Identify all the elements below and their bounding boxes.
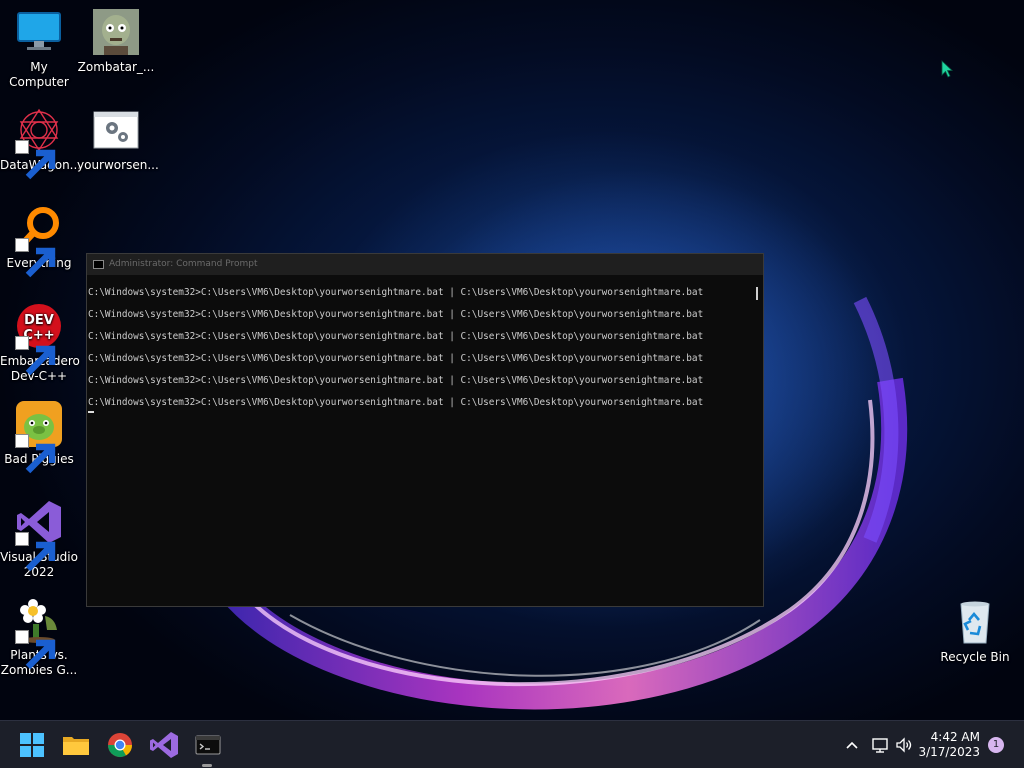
console-line: C:\Windows\system32>C:\Users\VM6\Desktop… <box>88 397 704 408</box>
volume-icon[interactable] <box>894 735 914 755</box>
taskbar-terminal[interactable] <box>191 728 225 762</box>
console-line: C:\Windows\system32>C:\Users\VM6\Desktop… <box>88 375 704 386</box>
monitor-icon <box>15 8 63 56</box>
svg-text:DEV: DEV <box>24 313 54 328</box>
text-cursor <box>88 411 94 413</box>
desktop-icon-yourworsenightmare[interactable]: yourworsen... <box>77 106 159 173</box>
console-line: C:\Windows\system32>C:\Users\VM6\Desktop… <box>88 309 704 320</box>
batch-file-icon <box>92 106 140 154</box>
recycle-bin-icon <box>951 598 999 646</box>
desktop-icon-recycle-bin[interactable]: Recycle Bin <box>936 598 1014 665</box>
desktop-icon-plants-vs-zombies[interactable]: Plants vs. Zombies G... <box>0 596 78 678</box>
taskbar-file-explorer[interactable] <box>59 728 93 762</box>
clock-time: 4:42 AM <box>930 730 980 744</box>
zombie-image-icon <box>92 8 140 56</box>
shortcut-arrow-icon <box>15 532 56 572</box>
shortcut-arrow-icon <box>15 434 56 474</box>
datawagon-icon <box>15 106 63 180</box>
visual-studio-icon <box>150 732 178 758</box>
window-titlebar[interactable]: Administrator: Command Prompt <box>87 254 763 275</box>
desktop-icon-label: Recycle Bin <box>940 650 1010 664</box>
taskbar-visual-studio[interactable] <box>147 728 181 762</box>
devcpp-icon: DEV C++ <box>15 302 63 376</box>
shortcut-arrow-icon <box>15 238 56 278</box>
scrollbar-thumb[interactable] <box>756 287 758 300</box>
console-output[interactable]: C:\Windows\system32>C:\Users\VM6\Desktop… <box>88 286 753 413</box>
desktop-icon-my-computer[interactable]: My Computer <box>0 8 78 90</box>
chrome-icon <box>108 733 132 758</box>
desktop-icon-datawagon[interactable]: DataWagon... <box>0 106 81 180</box>
console-line: C:\Windows\system32>C:\Users\VM6\Desktop… <box>88 287 704 298</box>
notification-badge[interactable]: 1 <box>988 737 1004 753</box>
desktop-icon-label: yourworsen... <box>77 158 159 172</box>
desktop-icon-everything[interactable]: Everything <box>0 204 78 278</box>
clock-date: 3/17/2023 <box>918 745 980 759</box>
shortcut-arrow-icon <box>15 336 56 376</box>
desktop-icon-visual-studio[interactable]: Visual Studio 2022 <box>0 498 78 580</box>
desktop-icon-devcpp[interactable]: DEV C++ Embarcadero Dev-C++ <box>0 302 80 384</box>
desktop-icon-bad-piggies[interactable]: Bad Piggies <box>0 400 78 474</box>
show-hidden-icons-chevron-icon[interactable] <box>842 735 862 755</box>
start-button[interactable] <box>15 728 49 762</box>
console-line: C:\Windows\system32>C:\Users\VM6\Desktop… <box>88 353 704 364</box>
shortcut-arrow-icon <box>15 630 56 670</box>
window-title: Administrator: Command Prompt <box>109 259 258 269</box>
file-explorer-icon <box>63 737 89 755</box>
visual-studio-icon <box>15 498 63 572</box>
clock[interactable]: 4:42 AM 3/17/2023 <box>918 730 980 760</box>
taskbar: 4:42 AM 3/17/2023 1 <box>0 720 1024 768</box>
everything-search-icon <box>15 204 63 278</box>
network-icon[interactable] <box>870 735 890 755</box>
cmd-icon <box>93 260 104 269</box>
terminal-icon <box>195 735 221 755</box>
taskbar-chrome[interactable] <box>103 728 137 762</box>
mouse-pointer-icon <box>941 60 953 78</box>
desktop-icon-label: Zombatar_... <box>77 60 155 74</box>
active-app-indicator <box>202 764 212 767</box>
command-prompt-window[interactable]: Administrator: Command Prompt C:\Windows… <box>86 253 764 607</box>
console-line: C:\Windows\system32>C:\Users\VM6\Desktop… <box>88 331 704 342</box>
desktop-icon-label: My Computer <box>9 60 69 89</box>
bad-piggies-icon <box>15 400 63 474</box>
desktop-icon-zombatar[interactable]: Zombatar_... <box>77 8 155 75</box>
shortcut-arrow-icon <box>15 140 56 180</box>
plants-vs-zombies-icon <box>15 596 63 670</box>
windows-start-icon <box>20 733 44 757</box>
